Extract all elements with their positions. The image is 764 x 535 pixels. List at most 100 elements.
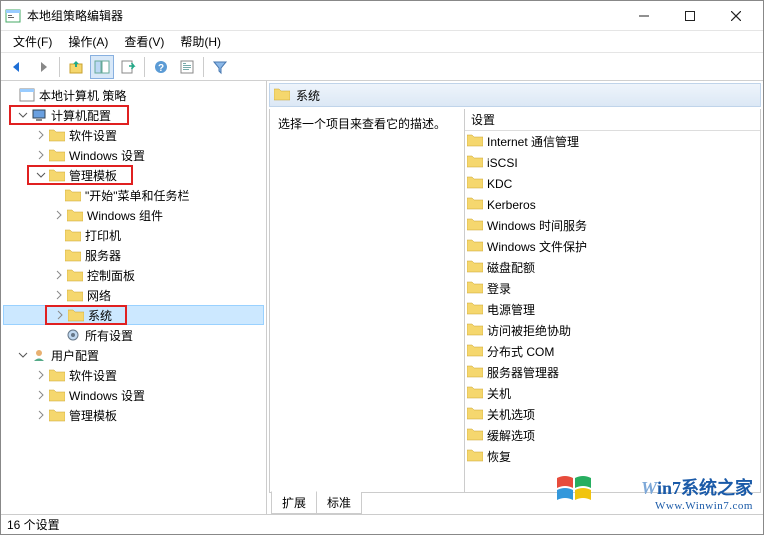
list-item[interactable]: 登录 (465, 278, 760, 299)
toolbar-sep (144, 57, 145, 77)
folder-icon (67, 207, 83, 223)
expander-icon[interactable] (5, 89, 17, 101)
export-button[interactable] (116, 55, 140, 79)
tree-software-settings[interactable]: 软件设置 (3, 125, 264, 145)
folder-icon (467, 259, 483, 276)
properties-button[interactable] (175, 55, 199, 79)
tree-servers[interactable]: 服务器 (3, 245, 264, 265)
minimize-button[interactable] (621, 1, 667, 31)
chevron-right-icon[interactable] (53, 269, 65, 281)
status-text: 16 个设置 (7, 516, 60, 533)
list-item[interactable]: Internet 通信管理 (465, 131, 760, 152)
toolbar-sep (203, 57, 204, 77)
tree-control-panel[interactable]: 控制面板 (3, 265, 264, 285)
folder-icon (467, 196, 483, 213)
menu-view[interactable]: 查看(V) (116, 31, 172, 52)
filter-button[interactable] (208, 55, 232, 79)
folder-icon (49, 167, 65, 183)
folder-icon (467, 217, 483, 234)
tree-u-admin[interactable]: 管理模板 (3, 405, 264, 425)
chevron-right-icon[interactable] (35, 369, 47, 381)
folder-icon (274, 87, 290, 104)
list-item[interactable]: Kerberos (465, 194, 760, 215)
tree-windows-components[interactable]: Windows 组件 (3, 205, 264, 225)
list-item-label: 服务器管理器 (487, 364, 559, 381)
column-label: 设置 (471, 111, 495, 128)
list-item[interactable]: 电源管理 (465, 299, 760, 320)
folder-icon (467, 301, 483, 318)
chevron-right-icon[interactable] (35, 129, 47, 141)
forward-button[interactable] (31, 55, 55, 79)
chevron-right-icon[interactable] (35, 389, 47, 401)
list-item[interactable]: 关机 (465, 383, 760, 404)
up-button[interactable] (64, 55, 88, 79)
tree-label: 控制面板 (87, 267, 135, 284)
tab-extended[interactable]: 扩展 (271, 491, 317, 514)
list-item-label: 电源管理 (487, 301, 535, 318)
list-item[interactable]: Windows 时间服务 (465, 215, 760, 236)
list-item[interactable]: 缓解选项 (465, 425, 760, 446)
chevron-right-icon[interactable] (53, 209, 65, 221)
folder-icon (49, 367, 65, 383)
list-item[interactable]: Windows 文件保护 (465, 236, 760, 257)
tree-pane[interactable]: 本地计算机 策略 计算机配置 软件设置 Windows 设置 管理模板 "开始"… (1, 81, 267, 514)
column-header-setting[interactable]: 设置 (465, 109, 760, 131)
list-item-label: 访问被拒绝协助 (487, 322, 571, 339)
back-button[interactable] (5, 55, 29, 79)
chevron-down-icon[interactable] (17, 349, 29, 361)
list-item[interactable]: 恢复 (465, 446, 760, 467)
svg-text:?: ? (158, 63, 164, 74)
list-item[interactable]: 磁盘配额 (465, 257, 760, 278)
list-item[interactable]: iSCSI (465, 152, 760, 173)
tree-network[interactable]: 网络 (3, 285, 264, 305)
folder-icon (65, 187, 81, 203)
tree-system[interactable]: 系统 (3, 305, 264, 325)
right-header-title: 系统 (296, 87, 320, 104)
list-item-label: Windows 时间服务 (487, 217, 587, 234)
tree-user-config[interactable]: 用户配置 (3, 345, 264, 365)
tree-printers[interactable]: 打印机 (3, 225, 264, 245)
maximize-button[interactable] (667, 1, 713, 31)
tree-label: Windows 设置 (69, 387, 145, 404)
tab-standard[interactable]: 标准 (316, 492, 362, 514)
help-button[interactable]: ? (149, 55, 173, 79)
tree-label: Windows 组件 (87, 207, 163, 224)
tree-u-software[interactable]: 软件设置 (3, 365, 264, 385)
list-item[interactable]: 服务器管理器 (465, 362, 760, 383)
list-item-label: iSCSI (487, 156, 518, 170)
chevron-right-icon[interactable] (35, 149, 47, 161)
folder-icon (467, 280, 483, 297)
folder-icon (467, 154, 483, 171)
menu-file[interactable]: 文件(F) (5, 31, 60, 52)
tree-windows-settings[interactable]: Windows 设置 (3, 145, 264, 165)
chevron-down-icon[interactable] (35, 169, 47, 181)
menu-help[interactable]: 帮助(H) (172, 31, 229, 52)
tree-root[interactable]: 本地计算机 策略 (3, 85, 264, 105)
tree-computer-config[interactable]: 计算机配置 (3, 105, 264, 125)
tree-admin-templates[interactable]: 管理模板 (3, 165, 264, 185)
folder-icon (467, 133, 483, 150)
main-area: 本地计算机 策略 计算机配置 软件设置 Windows 设置 管理模板 "开始"… (1, 81, 763, 514)
list-item[interactable]: 分布式 COM (465, 341, 760, 362)
close-button[interactable] (713, 1, 759, 31)
chevron-right-icon[interactable] (53, 289, 65, 301)
chevron-right-icon[interactable] (54, 309, 66, 321)
folder-icon (49, 407, 65, 423)
menu-action[interactable]: 操作(A) (60, 31, 116, 52)
list-item-label: 关机 (487, 385, 511, 402)
folder-icon (467, 406, 483, 423)
list-pane[interactable]: 设置 Internet 通信管理 iSCSI KDC Kerberos Windows … (465, 109, 760, 492)
policy-icon (19, 87, 35, 103)
list-item[interactable]: 访问被拒绝协助 (465, 320, 760, 341)
chevron-right-icon[interactable] (35, 409, 47, 421)
list-item-label: Internet 通信管理 (487, 133, 579, 150)
list-item[interactable]: KDC (465, 173, 760, 194)
tree-u-windows[interactable]: Windows 设置 (3, 385, 264, 405)
show-hide-tree-button[interactable] (90, 55, 114, 79)
tree-all-settings[interactable]: 所有设置 (3, 325, 264, 345)
list-item-label: 磁盘配额 (487, 259, 535, 276)
tree-start-menu[interactable]: "开始"菜单和任务栏 (3, 185, 264, 205)
list-item-label: Kerberos (487, 198, 536, 212)
chevron-down-icon[interactable] (17, 109, 29, 121)
list-item[interactable]: 关机选项 (465, 404, 760, 425)
